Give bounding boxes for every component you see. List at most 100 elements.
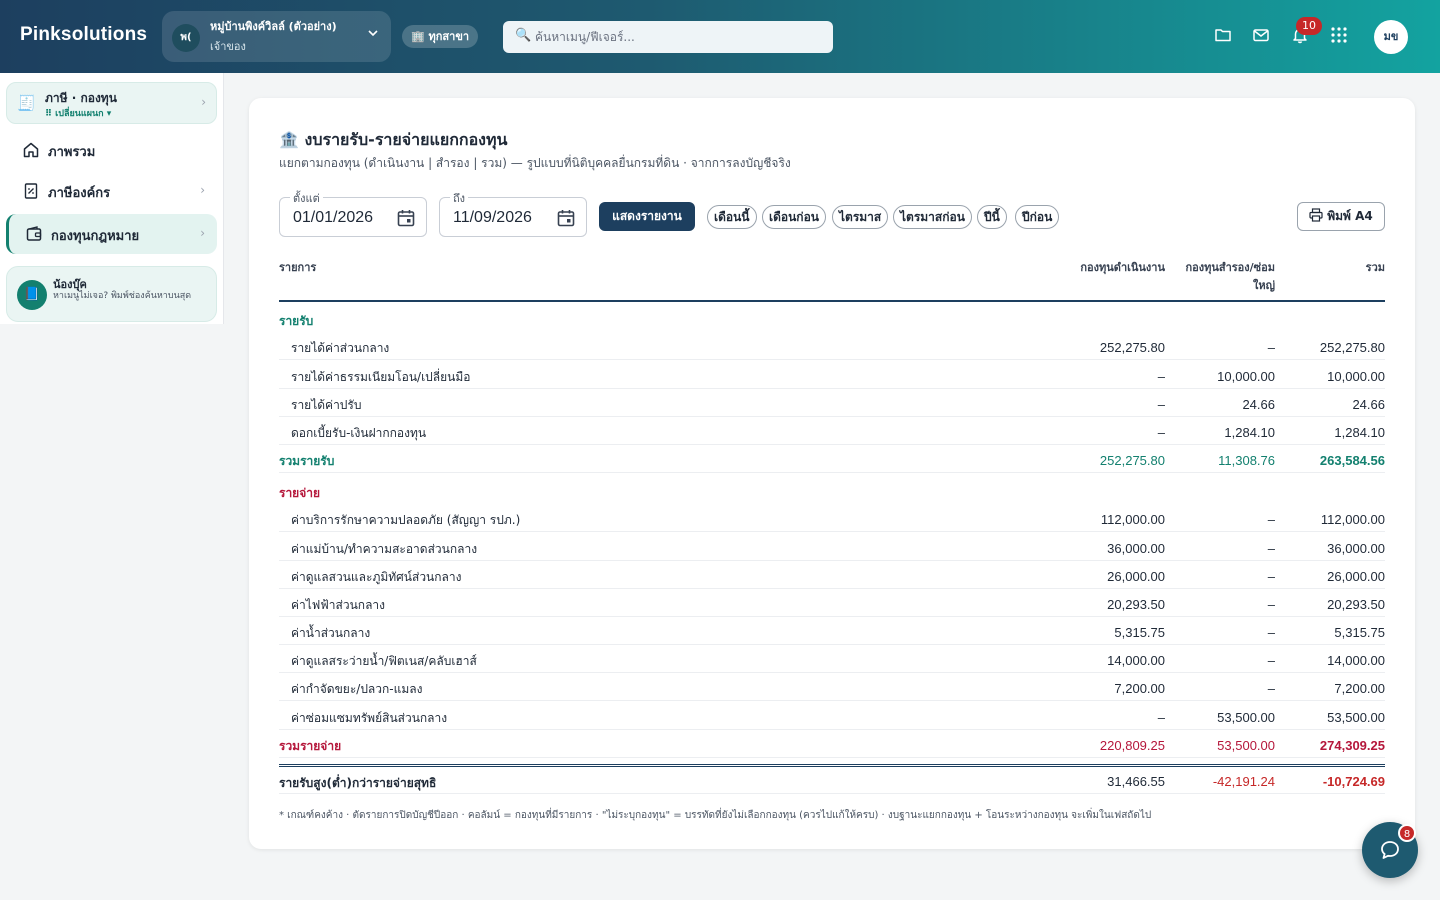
table-row: รายได้ค่าส่วนกลาง 252,275.80 – 252,275.8… xyxy=(279,332,1385,360)
row-operating: – xyxy=(1157,710,1165,725)
apps-grid-icon[interactable] xyxy=(1330,26,1350,46)
row-reserve: – xyxy=(1267,340,1275,355)
net-total: -10,724.69 xyxy=(1322,774,1385,789)
calendar-icon[interactable] xyxy=(556,208,576,228)
row-reserve: – xyxy=(1267,681,1275,696)
date-to-field[interactable]: ถึง 11/09/2026 xyxy=(439,189,587,237)
table-row: ค่าแม่บ้าน/ทำความสะอาดส่วนกลาง 36,000.00… xyxy=(279,533,1385,561)
village-avatar: พ( xyxy=(172,24,200,52)
range-chip-this-month[interactable]: เดือนนี้ xyxy=(707,205,757,229)
table-row: ค่าน้ำส่วนกลาง 5,315.75 – 5,315.75 xyxy=(279,617,1385,645)
report-card: 🏦 งบรายรับ-รายจ่ายแยกกองทุน แยกตามกองทุน… xyxy=(249,98,1415,849)
assistant-helper[interactable]: 📘 น้องบุ๊ค หาเมนูไม่เจอ? พิมพ์ช่องค้นหาบ… xyxy=(6,266,217,322)
row-reserve: 24.66 xyxy=(1242,397,1275,412)
table-row: ค่าดูแลสวนและภูมิทัศน์ส่วนกลาง 26,000.00… xyxy=(279,561,1385,589)
printer-icon xyxy=(1309,208,1323,225)
date-from-label: ตั้งแต่ xyxy=(290,189,323,207)
page-title-text: งบรายรับ-รายจ่ายแยกกองทุน xyxy=(304,130,508,149)
village-switcher[interactable]: พ( หมู่บ้านพิงค์วิลล์ (ตัวอย่าง) เจ้าของ xyxy=(162,11,391,62)
row-total: 5,315.75 xyxy=(1334,625,1385,640)
range-chip-last-year[interactable]: ปีก่อน xyxy=(1015,205,1060,229)
col-reserve-line2: ใหญ่ xyxy=(1253,279,1275,292)
row-label: ค่ากำจัดขยะ/ปลวก-แมลง xyxy=(291,682,423,696)
date-from-value[interactable]: 01/01/2026 xyxy=(293,209,373,227)
sidebar-item-legal-fund[interactable]: กองทุนกฎหมาย › xyxy=(6,214,217,254)
chat-bubble-icon xyxy=(1381,841,1399,859)
sidebar: 🧾 ภาษี · กองทุน ⠿ เปลี่ยนแผนก ▾ › ภาพรวม… xyxy=(0,73,224,324)
row-reserve: – xyxy=(1267,569,1275,584)
col-item: รายการ xyxy=(279,261,317,274)
folder-icon[interactable] xyxy=(1214,26,1234,46)
sidebar-item-label: ภาพรวม xyxy=(48,145,96,160)
user-avatar[interactable]: มข xyxy=(1374,20,1408,54)
village-role: เจ้าของ xyxy=(210,40,246,53)
row-label: ค่าซ่อมแซมทรัพย์สินส่วนกลาง xyxy=(291,711,448,725)
col-reserve-line1: กองทุนสำรอง/ซ่อม xyxy=(1185,261,1275,274)
search-input[interactable] xyxy=(535,21,825,53)
table-row: ค่าบริการรักษาความปลอดภัย (สัญญา รปภ.) 1… xyxy=(279,504,1385,532)
row-operating: 252,275.80 xyxy=(1099,340,1165,355)
row-label: รายได้ค่าส่วนกลาง xyxy=(291,341,390,355)
sidebar-item-corporate-tax[interactable]: ภาษีองค์กร › xyxy=(6,171,217,211)
row-label: ค่าไฟฟ้าส่วนกลาง xyxy=(291,598,386,612)
range-chip-last-quarter[interactable]: ไตรมาสก่อน xyxy=(893,205,972,229)
range-chip-quarter[interactable]: ไตรมาส xyxy=(832,205,889,229)
row-reserve: – xyxy=(1267,541,1275,556)
book-icon: 📘 xyxy=(17,280,47,310)
range-chip-this-year[interactable]: ปีนี้ xyxy=(977,205,1007,229)
row-total: 26,000.00 xyxy=(1327,569,1385,584)
income-total-row: รวมรายรับ 252,275.80 11,308.76 263,584.5… xyxy=(279,445,1385,473)
branch-filter[interactable]: 🏢 ทุกสาขา xyxy=(402,25,479,48)
row-label: ดอกเบี้ยรับ-เงินฝากกองทุน xyxy=(291,426,427,440)
chevron-right-icon: › xyxy=(200,226,205,240)
expense-total-row: รวมรายจ่าย 220,809.25 53,500.00 274,309.… xyxy=(279,730,1385,758)
net-result-row: รายรับสูง(ต่ำ)กว่ารายจ่ายสุทธิ 31,466.55… xyxy=(279,764,1385,794)
search-icon: 🔍 xyxy=(515,28,532,43)
row-operating: 5,315.75 xyxy=(1114,625,1165,640)
page-subtitle: แยกตามกองทุน (ดำเนินงาน | สำรอง | รวม) —… xyxy=(279,156,791,170)
income-total-total: 263,584.56 xyxy=(1319,453,1385,468)
row-operating: 36,000.00 xyxy=(1107,541,1165,556)
row-total: 14,000.00 xyxy=(1327,653,1385,668)
sidebar-item-overview[interactable]: ภาพรวม xyxy=(6,130,217,170)
date-from-field[interactable]: ตั้งแต่ 01/01/2026 xyxy=(279,189,427,237)
print-a4-button[interactable]: พิมพ์ A4 xyxy=(1297,202,1385,231)
income-total-label: รวมรายรับ xyxy=(279,454,335,468)
row-operating: 112,000.00 xyxy=(1100,512,1165,527)
row-operating: 20,293.50 xyxy=(1107,597,1165,612)
expense-total-label: รวมรายจ่าย xyxy=(279,739,342,753)
col-total: รวม xyxy=(1365,261,1385,274)
tax-receipt-icon xyxy=(22,182,40,200)
col-reserve: กองทุนสำรอง/ซ่อม ใหญ่ xyxy=(1185,259,1275,295)
row-total: 20,293.50 xyxy=(1327,597,1385,612)
print-label: พิมพ์ A4 xyxy=(1327,209,1373,223)
range-chip-last-month[interactable]: เดือนก่อน xyxy=(762,205,826,229)
row-reserve: – xyxy=(1267,512,1275,527)
table-row: ค่ากำจัดขยะ/ปลวก-แมลง 7,200.00 – 7,200.0… xyxy=(279,673,1385,701)
wallet-icon xyxy=(25,225,43,243)
date-to-value[interactable]: 11/09/2026 xyxy=(453,209,532,227)
row-label: รายได้ค่าปรับ xyxy=(291,398,362,412)
row-label: ค่าน้ำส่วนกลาง xyxy=(291,626,371,640)
table-row: ค่าดูแลสระว่ายน้ำ/ฟิตเนส/คลับเฮาส์ 14,00… xyxy=(279,645,1385,673)
village-name: หมู่บ้านพิงค์วิลล์ (ตัวอย่าง) xyxy=(210,20,337,33)
row-operating: – xyxy=(1157,425,1165,440)
row-total: 24.66 xyxy=(1352,397,1385,412)
notification-badge: 10 xyxy=(1296,17,1322,35)
calendar-icon[interactable] xyxy=(396,208,416,228)
chat-button[interactable]: 8 xyxy=(1362,822,1418,878)
row-reserve: – xyxy=(1267,625,1275,640)
show-report-button[interactable]: แสดงรายงาน xyxy=(599,202,695,231)
search-bar: 🔍 xyxy=(503,21,833,53)
income-heading: รายรับ xyxy=(279,314,314,328)
brand-logo[interactable]: Pinksolutions xyxy=(20,24,147,46)
mail-icon[interactable] xyxy=(1252,26,1272,46)
chevron-right-icon: › xyxy=(200,183,205,197)
table-row: รายได้ค่าธรรมเนียมโอน/เปลี่ยนมือ – 10,00… xyxy=(279,361,1385,389)
row-total: 36,000.00 xyxy=(1327,541,1385,556)
module-switcher[interactable]: 🧾 ภาษี · กองทุน ⠿ เปลี่ยนแผนก ▾ › xyxy=(6,82,217,124)
table-header: รายการ กองทุนดำเนินงาน กองทุนสำรอง/ซ่อม … xyxy=(279,256,1385,302)
row-label: ค่าบริการรักษาความปลอดภัย (สัญญา รปภ.) xyxy=(291,513,521,527)
table-row: ค่าไฟฟ้าส่วนกลาง 20,293.50 – 20,293.50 xyxy=(279,589,1385,617)
helper-subtitle: หาเมนูไม่เจอ? พิมพ์ช่องค้นหาบนสุด xyxy=(53,291,192,301)
